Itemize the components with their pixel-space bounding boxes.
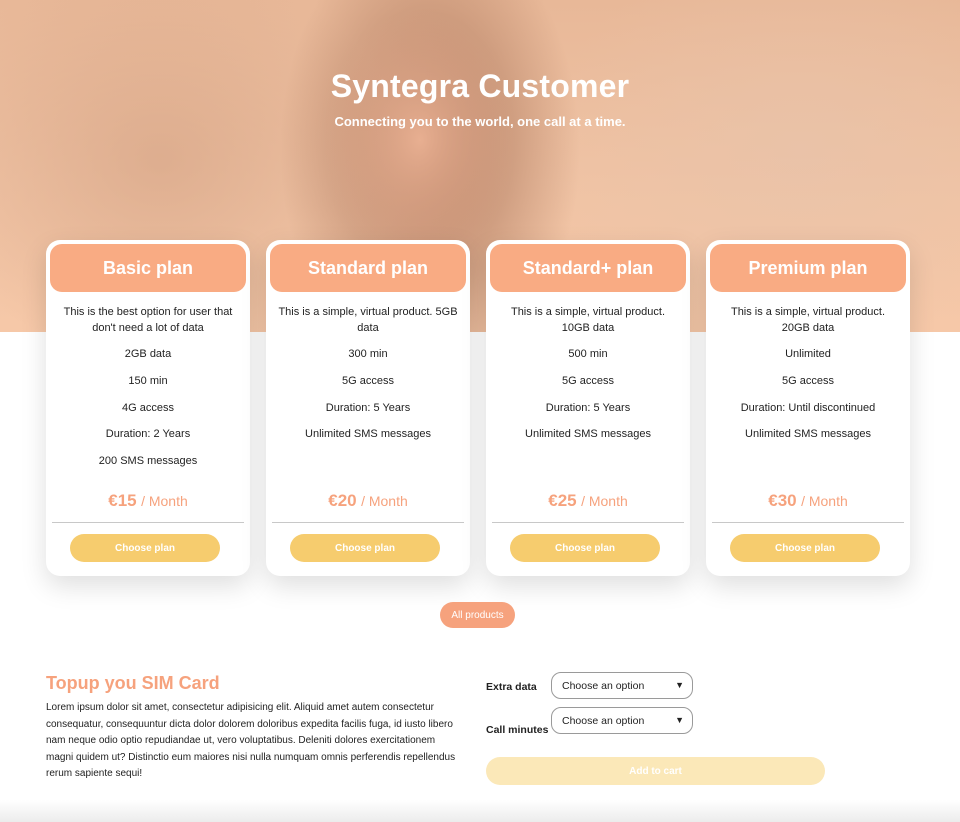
plan-feature: Unlimited SMS messages: [305, 428, 431, 440]
plan-feature: Duration: 2 Years: [105, 428, 191, 440]
plan-feature: 200 SMS messages: [98, 455, 198, 467]
plan-price: €25 / Month: [486, 491, 690, 511]
plan-description: This is a simple, virtual product. 20GB …: [730, 306, 886, 334]
plan-price: €30 / Month: [706, 491, 910, 511]
topup-title: Topup you SIM Card: [46, 673, 220, 693]
call-minutes-select-value: Choose an option: [562, 714, 645, 727]
chevron-down-icon: ▼: [675, 680, 684, 690]
topup-description: Lorem ipsum dolor sit amet, consectetur …: [46, 702, 456, 779]
plan-feature: 5G access: [782, 375, 834, 387]
page-bottom-shadow: [0, 800, 960, 822]
plan-title: Premium plan: [710, 244, 906, 292]
price-amount: €25: [548, 491, 577, 510]
call-minutes-select[interactable]: Choose an option ▼: [551, 707, 693, 734]
plan-feature: 500 min: [568, 348, 608, 360]
plan-title: Standard+ plan: [490, 244, 686, 292]
plan-feature: Unlimited SMS messages: [745, 428, 871, 440]
plan-price: €15 / Month: [46, 491, 250, 511]
plan-card-standard: Standard plan This is a simple, virtual …: [266, 240, 470, 576]
plan-feature: 300 min: [348, 348, 388, 360]
price-amount: €20: [328, 491, 357, 510]
extra-data-select[interactable]: Choose an option ▼: [551, 672, 693, 699]
plan-feature: Unlimited: [785, 348, 831, 360]
plan-description: This is a simple, virtual product. 5GB d…: [278, 306, 458, 334]
card-divider: [52, 522, 244, 523]
choose-plan-button[interactable]: Choose plan: [510, 534, 660, 562]
hero-subtitle: Connecting you to the world, one call at…: [334, 114, 626, 129]
card-divider: [492, 522, 684, 523]
price-amount: €15: [108, 491, 137, 510]
extra-data-label: Extra data: [486, 681, 537, 693]
plan-feature: Duration: 5 Years: [325, 402, 411, 414]
all-products-button[interactable]: All products: [440, 602, 515, 628]
price-period: / Month: [581, 493, 628, 509]
plan-feature: 5G access: [562, 375, 614, 387]
choose-plan-button[interactable]: Choose plan: [70, 534, 220, 562]
card-divider: [272, 522, 464, 523]
plan-feature: 2GB data: [124, 348, 172, 360]
plan-price: €20 / Month: [266, 491, 470, 511]
plan-card-premium: Premium plan This is a simple, virtual p…: [706, 240, 910, 576]
plan-feature: Duration: 5 Years: [545, 402, 631, 414]
plan-title: Basic plan: [50, 244, 246, 292]
plan-description: This is the best option for user that do…: [63, 306, 233, 334]
plan-card-standard-plus: Standard+ plan This is a simple, virtual…: [486, 240, 690, 576]
price-amount: €30: [768, 491, 797, 510]
card-divider: [712, 522, 904, 523]
choose-plan-button[interactable]: Choose plan: [290, 534, 440, 562]
plan-description: This is a simple, virtual product. 10GB …: [510, 306, 666, 334]
plan-feature: Duration: Until discontinued: [740, 402, 876, 414]
plan-feature: 4G access: [122, 402, 174, 414]
price-period: / Month: [141, 493, 188, 509]
call-minutes-label: Call minutes: [486, 724, 549, 736]
extra-data-select-value: Choose an option: [562, 679, 645, 692]
chevron-down-icon: ▼: [675, 715, 684, 725]
plan-card-basic: Basic plan This is the best option for u…: [46, 240, 250, 576]
add-to-cart-button[interactable]: Add to cart: [486, 757, 825, 785]
hero-title: Syntegra Customer: [330, 68, 630, 104]
plan-feature: Unlimited SMS messages: [525, 428, 651, 440]
choose-plan-button[interactable]: Choose plan: [730, 534, 880, 562]
plan-title: Standard plan: [270, 244, 466, 292]
price-period: / Month: [361, 493, 408, 509]
plan-feature: 150 min: [128, 375, 168, 387]
plan-feature: 5G access: [342, 375, 394, 387]
price-period: / Month: [801, 493, 848, 509]
